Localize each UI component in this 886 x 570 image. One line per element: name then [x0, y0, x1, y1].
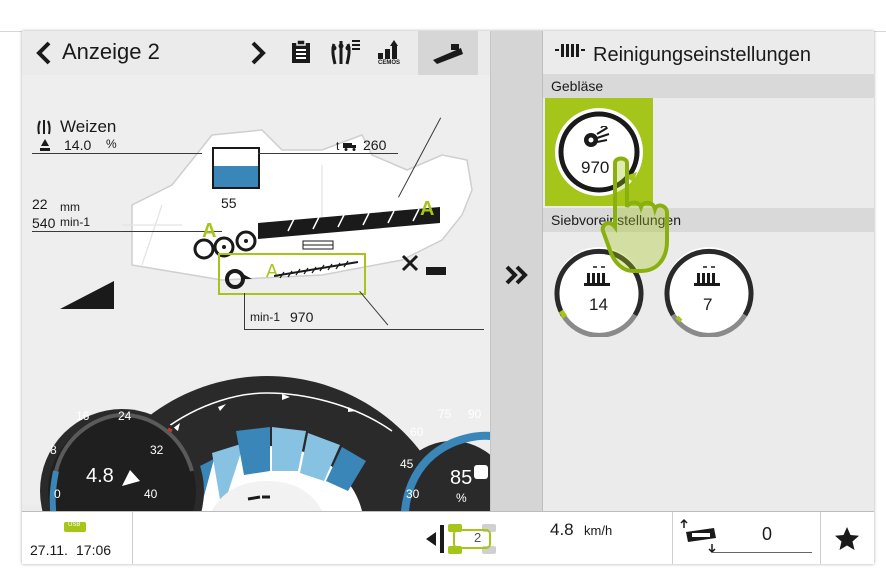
prev-display-button[interactable]	[30, 37, 58, 69]
chevron-right-icon	[251, 41, 266, 65]
separation-auto-label: A	[420, 198, 435, 220]
crop-list-button[interactable]	[328, 35, 362, 69]
lower-sieve-icon	[694, 266, 720, 286]
cleaning-settings-icon	[555, 44, 585, 57]
load-gauge-unit: %	[456, 491, 467, 505]
truck-icon	[343, 143, 356, 151]
usb-label: USB	[68, 522, 81, 528]
throughput-value: 260	[363, 137, 387, 153]
load-tick-30: 30	[406, 487, 420, 501]
speed-tick-24: 24	[118, 409, 132, 423]
gear-value: 2	[474, 530, 482, 545]
header-height-value: 0	[762, 524, 773, 544]
crop-icon	[37, 120, 51, 135]
throughput-unit: t	[336, 139, 340, 153]
moisture-value: 14.0	[64, 137, 92, 153]
cemos-icon	[378, 39, 398, 59]
moisture-unit: %	[106, 137, 117, 151]
speed-tick-8: 8	[50, 443, 57, 457]
next-display-button[interactable]	[244, 37, 272, 69]
fan-icon	[225, 269, 252, 289]
fan-line-v	[244, 293, 245, 329]
speed-tick-40: 40	[144, 487, 158, 501]
status-date-cell: USB 27.11. 17:06	[22, 512, 133, 564]
tank-percent: 55	[221, 195, 237, 211]
throughput-line	[258, 153, 398, 154]
cemos-button[interactable]: CEMOS	[372, 35, 406, 69]
cemos-label: CEMOS	[377, 59, 400, 66]
sieve-graphic	[274, 260, 359, 279]
header-height-underline	[712, 552, 812, 553]
terminal-screen: Anzeige 2 CEMOS Weizen 14.0 % 55 t 260 2…	[22, 31, 874, 564]
sieve-section-header: Siebvoreinstellungen	[543, 208, 874, 232]
date: 27.11.	[30, 542, 68, 558]
moisture-line	[32, 153, 202, 154]
return-block	[426, 267, 446, 275]
fan-section-header: Gebläse	[543, 74, 874, 98]
concave-gap-value: 22	[32, 196, 48, 212]
speed-tick-16: 16	[76, 409, 90, 423]
clipboard-icon	[292, 39, 310, 63]
top-strip	[0, 0, 886, 32]
clipboard-button[interactable]	[284, 35, 318, 69]
load-gauge-value: 85	[450, 467, 473, 489]
header-machine-button[interactable]	[418, 31, 478, 75]
cleaning-settings-panel: Reinigungseinstellungen Gebläse 970 Sieb…	[542, 31, 874, 511]
losses-icon	[401, 254, 419, 272]
panel-divider	[490, 31, 543, 511]
crop-list-icon	[331, 40, 360, 65]
double-chevron-right-icon	[505, 265, 528, 285]
load-tick-60: 60	[410, 425, 424, 439]
drum-speed-unit: min-1	[60, 215, 91, 229]
display-title: Anzeige 2	[62, 39, 160, 64]
load-tick-45: 45	[400, 457, 414, 471]
panel-title: Reinigungseinstellungen	[593, 44, 811, 66]
gear-cell[interactable]: 2	[416, 512, 526, 564]
upper-sieve-value: 14	[589, 295, 608, 314]
chevron-left-icon	[36, 41, 51, 65]
header-height-cell[interactable]: 0	[672, 512, 821, 564]
grain-tank	[212, 147, 260, 189]
header-machine-icon	[433, 44, 463, 64]
drum-auto-label: A	[202, 220, 217, 242]
gear-icon	[426, 524, 496, 554]
fan-line-h	[244, 329, 484, 330]
concave-gap-unit: mm	[60, 200, 80, 214]
header-height-icon	[680, 518, 716, 554]
ground-speed-unit: km/h	[584, 523, 613, 538]
touch-hand-icon	[600, 156, 669, 273]
grain-tank-fill	[214, 166, 258, 187]
header-graphic	[60, 281, 114, 309]
status-bar: USB 27.11. 17:06 2 4.8 km/h 0	[22, 511, 874, 564]
favorites-button[interactable]	[820, 512, 874, 564]
load-tick-90: 90	[468, 407, 482, 421]
crop-name: Weizen	[60, 117, 117, 136]
fan-speed-value: 970	[290, 309, 314, 325]
ground-speed-cell: 4.8 km/h	[542, 512, 673, 564]
speed-tick-0: 0	[54, 487, 61, 501]
ground-speed-value: 4.8	[550, 520, 574, 539]
expand-panel-button[interactable]	[497, 255, 537, 295]
lower-sieve-value: 7	[703, 295, 713, 314]
status-empty-cell	[132, 512, 422, 564]
speed-tick-32: 32	[150, 443, 164, 457]
drum-speed-value: 540	[32, 215, 56, 231]
display-header: Anzeige 2 CEMOS	[22, 31, 490, 76]
moisture-icon	[40, 139, 50, 151]
star-icon	[835, 526, 859, 550]
speed-gauge-value: 4.8	[86, 465, 114, 487]
time: 17:06	[76, 542, 112, 558]
load-tick-75: 75	[438, 407, 452, 421]
fan-speed-unit: min-1	[250, 310, 281, 324]
fan-setting-icon	[584, 126, 610, 147]
